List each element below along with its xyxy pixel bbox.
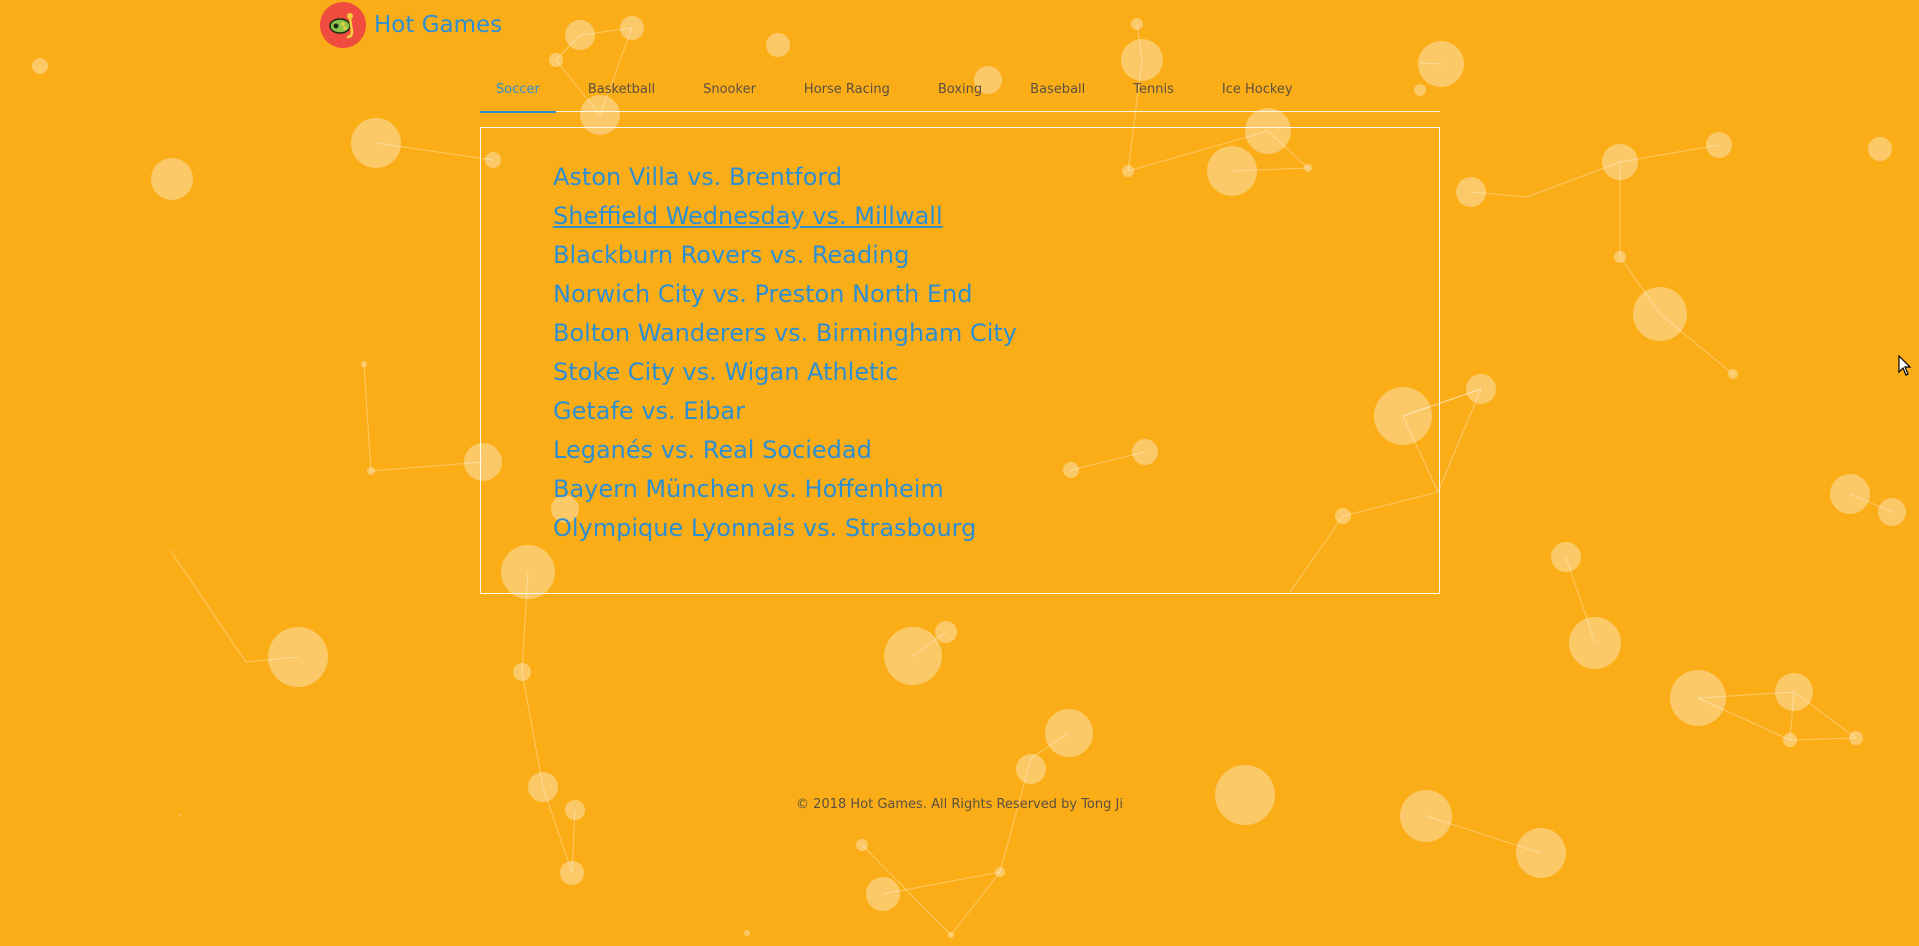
list-item: Sheffield Wednesday vs. Millwall <box>553 197 1439 236</box>
match-link[interactable]: Blackburn Rovers vs. Reading <box>553 241 909 269</box>
tab-baseball[interactable]: Baseball <box>1014 70 1101 111</box>
sport-tabs: Soccer Basketball Snooker Horse Racing Boxin… <box>480 70 1440 113</box>
match-link[interactable]: Olympique Lyonnais vs. Strasbourg <box>553 514 976 542</box>
list-item: Bolton Wanderers vs. Birmingham City <box>553 314 1439 353</box>
tab-horse-racing[interactable]: Horse Racing <box>788 70 906 111</box>
list-item: Leganés vs. Real Sociedad <box>553 431 1439 470</box>
match-link[interactable]: Bolton Wanderers vs. Birmingham City <box>553 319 1017 347</box>
list-item: Norwich City vs. Preston North End <box>553 275 1439 314</box>
match-link[interactable]: Getafe vs. Eibar <box>553 397 745 425</box>
logo[interactable] <box>320 2 366 48</box>
footer-copyright: © 2018 Hot Games. All Rights Reserved by… <box>796 797 1123 812</box>
match-link[interactable]: Norwich City vs. Preston North End <box>553 280 972 308</box>
tab-basketball[interactable]: Basketball <box>572 70 671 111</box>
match-link[interactable]: Stoke City vs. Wigan Athletic <box>553 358 898 386</box>
tab-tennis[interactable]: Tennis <box>1117 70 1190 111</box>
site-title[interactable]: Hot Games <box>374 12 502 38</box>
match-link[interactable]: Aston Villa vs. Brentford <box>553 163 842 191</box>
joystick-icon <box>329 13 354 39</box>
list-item: Stoke City vs. Wigan Athletic <box>553 353 1439 392</box>
tab-soccer[interactable]: Soccer <box>480 70 556 113</box>
match-list: Aston Villa vs. Brentford Sheffield Wedne… <box>481 128 1439 548</box>
tab-snooker[interactable]: Snooker <box>687 70 772 111</box>
list-item: Aston Villa vs. Brentford <box>553 158 1439 197</box>
list-item: Bayern München vs. Hoffenheim <box>553 470 1439 509</box>
tab-ice-hockey[interactable]: Ice Hockey <box>1206 70 1309 111</box>
matches-panel: Aston Villa vs. Brentford Sheffield Wedne… <box>480 127 1440 594</box>
mouse-cursor-icon <box>1898 355 1912 376</box>
match-link[interactable]: Bayern München vs. Hoffenheim <box>553 475 944 503</box>
list-item: Getafe vs. Eibar <box>553 392 1439 431</box>
list-item: Olympique Lyonnais vs. Strasbourg <box>553 509 1439 548</box>
match-link[interactable]: Sheffield Wednesday vs. Millwall <box>553 202 943 230</box>
match-link[interactable]: Leganés vs. Real Sociedad <box>553 436 872 464</box>
site-header: Hot Games <box>320 0 502 50</box>
tab-boxing[interactable]: Boxing <box>922 70 998 111</box>
list-item: Blackburn Rovers vs. Reading <box>553 236 1439 275</box>
